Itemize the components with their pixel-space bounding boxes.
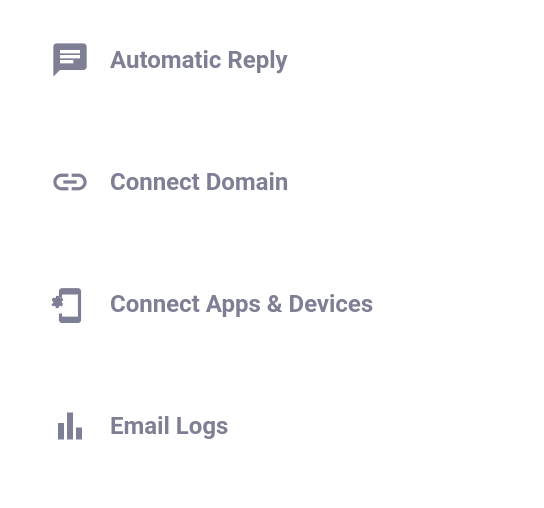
menu-item-connect-apps-devices[interactable]: Connect Apps & Devices [50, 284, 544, 324]
menu-item-label: Connect Apps & Devices [110, 290, 373, 319]
menu-item-label: Automatic Reply [110, 46, 288, 75]
settings-menu: Automatic Reply Connect Domain Connect A… [50, 40, 544, 446]
chat-icon [50, 40, 90, 80]
menu-item-connect-domain[interactable]: Connect Domain [50, 162, 544, 202]
menu-item-label: Email Logs [110, 412, 228, 441]
menu-item-email-logs[interactable]: Email Logs [50, 406, 544, 446]
menu-item-automatic-reply[interactable]: Automatic Reply [50, 40, 544, 80]
phone-settings-icon [50, 284, 90, 324]
link-icon [50, 162, 90, 202]
bar-chart-icon [50, 406, 90, 446]
menu-item-label: Connect Domain [110, 168, 288, 197]
